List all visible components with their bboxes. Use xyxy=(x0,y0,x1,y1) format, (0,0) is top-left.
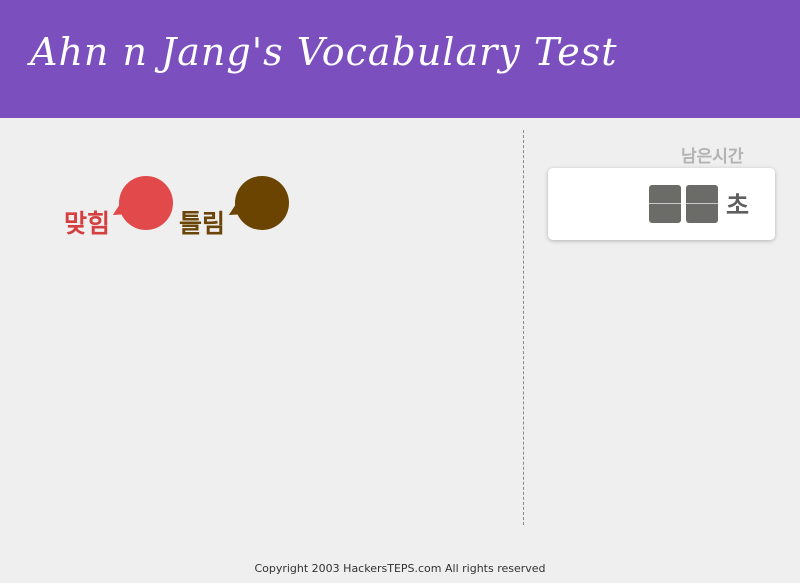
wrong-count-bubble xyxy=(235,176,289,230)
footer-copyright: Copyright 2003 HackersTEPS.com All right… xyxy=(254,562,546,575)
app-title: Ahn n Jang's Vocabulary Test xyxy=(30,30,618,74)
correct-count-bubble xyxy=(119,176,173,230)
remaining-time-label: 남은시간 xyxy=(681,147,744,167)
timer-digit-ones xyxy=(686,185,718,223)
timer-unit-label: 초 xyxy=(726,191,750,220)
correct-label: 맞힘 xyxy=(64,209,111,238)
timer-panel: 초 xyxy=(548,168,775,240)
timer-digit-tens xyxy=(649,185,681,223)
wrong-label: 틀림 xyxy=(179,209,226,238)
panel-divider xyxy=(523,130,524,525)
header-bar: Ahn n Jang's Vocabulary Test xyxy=(0,0,800,118)
